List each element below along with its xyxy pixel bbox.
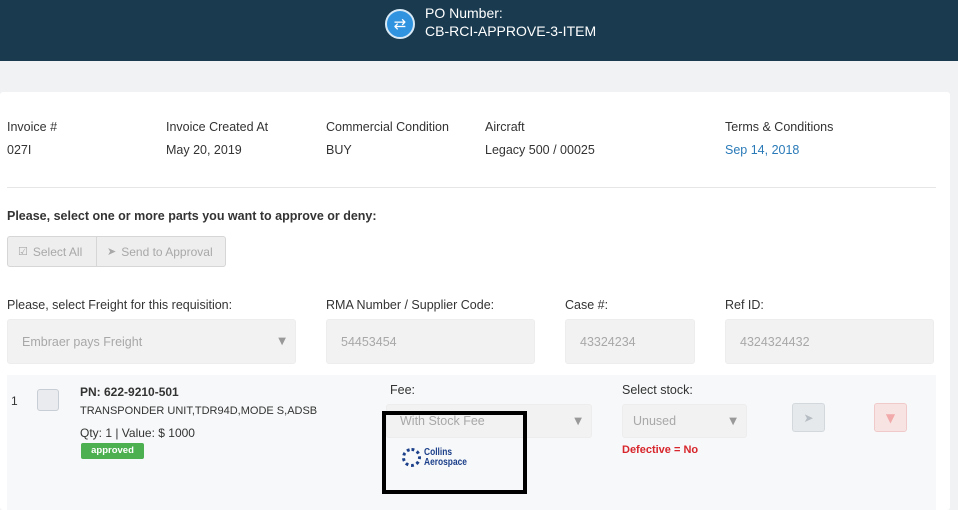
- case-field[interactable]: 43324234: [565, 319, 695, 364]
- item-index: 1: [11, 394, 18, 408]
- terms-link[interactable]: Sep 14, 2018: [725, 143, 799, 157]
- invoice-number-value: 027I: [7, 143, 32, 157]
- ref-id-field[interactable]: 4324324432: [725, 319, 934, 364]
- divider: [7, 187, 936, 188]
- po-number-value: CB-RCI-APPROVE-3-ITEM: [425, 23, 597, 39]
- swap-arrows-icon: ⇄: [385, 9, 415, 39]
- thumbs-down-icon: ▼: [885, 411, 896, 425]
- send-to-approval-button[interactable]: ➤ Send to Approval: [97, 236, 226, 267]
- terms-label: Terms & Conditions: [725, 120, 834, 134]
- paper-plane-icon: ➤: [107, 245, 117, 258]
- action-button-group: ☑ Select All ➤ Send to Approval: [7, 236, 226, 267]
- invoice-number-label: Invoice #: [7, 120, 58, 134]
- top-header: ⇄ PO Number: CB-RCI-APPROVE-3-ITEM: [0, 0, 958, 61]
- case-label: Case #:: [565, 298, 609, 312]
- collins-logo-mark: [402, 448, 421, 467]
- defective-status: Defective = No: [622, 444, 699, 456]
- commercial-condition-value: BUY: [326, 143, 352, 157]
- approve-button[interactable]: ➤: [792, 403, 825, 432]
- invoice-created-label: Invoice Created At: [166, 120, 269, 134]
- part-number: PN: 622-9210-501: [80, 385, 179, 399]
- freight-select[interactable]: Embraer pays Freight ▼: [7, 319, 296, 364]
- part-description: TRANSPONDER UNIT,TDR94D,MODE S,ADSB: [80, 405, 318, 417]
- chevron-down-icon: ▼: [729, 415, 737, 427]
- ref-id-label: Ref ID:: [725, 298, 764, 312]
- freight-select-value: Embraer pays Freight: [22, 334, 143, 349]
- select-stock-label: Select stock:: [622, 383, 693, 397]
- send-to-approval-label: Send to Approval: [121, 244, 213, 259]
- instructions-text: Please, select one or more parts you wan…: [7, 209, 377, 223]
- fee-label: Fee:: [390, 383, 416, 397]
- freight-label: Please, select Freight for this requisit…: [7, 298, 233, 312]
- stock-select[interactable]: Unused ▼: [622, 404, 747, 438]
- ref-id-field-value: 4324324432: [740, 334, 810, 349]
- rma-field-value: 54453454: [341, 334, 397, 349]
- aircraft-label: Aircraft: [485, 120, 525, 134]
- paper-plane-icon: ➤: [803, 411, 814, 425]
- select-all-label: Select All: [32, 244, 83, 259]
- chevron-down-icon: ▼: [574, 415, 582, 427]
- select-all-button[interactable]: ☑ Select All: [7, 236, 97, 267]
- status-badge: approved: [81, 443, 144, 459]
- rma-field[interactable]: 54453454: [326, 319, 535, 364]
- commercial-condition-label: Commercial Condition: [326, 120, 449, 134]
- checkbox-check-icon: ☑: [18, 245, 28, 258]
- aircraft-value: Legacy 500 / 00025: [485, 143, 595, 157]
- deny-button[interactable]: ▼: [874, 403, 907, 432]
- case-field-value: 43324234: [580, 334, 636, 349]
- collins-aerospace-logo: Collins Aerospace: [400, 446, 480, 470]
- chevron-down-icon: ▼: [278, 336, 286, 347]
- qty-value: Qty: 1 | Value: $ 1000: [80, 426, 195, 440]
- item-checkbox[interactable]: [37, 389, 59, 411]
- rma-label: RMA Number / Supplier Code:: [326, 298, 495, 312]
- po-number-label: PO Number:: [425, 5, 503, 21]
- invoice-created-value: May 20, 2019: [166, 143, 242, 157]
- logo-line2: Aerospace: [424, 456, 467, 468]
- stock-select-value: Unused: [633, 414, 677, 428]
